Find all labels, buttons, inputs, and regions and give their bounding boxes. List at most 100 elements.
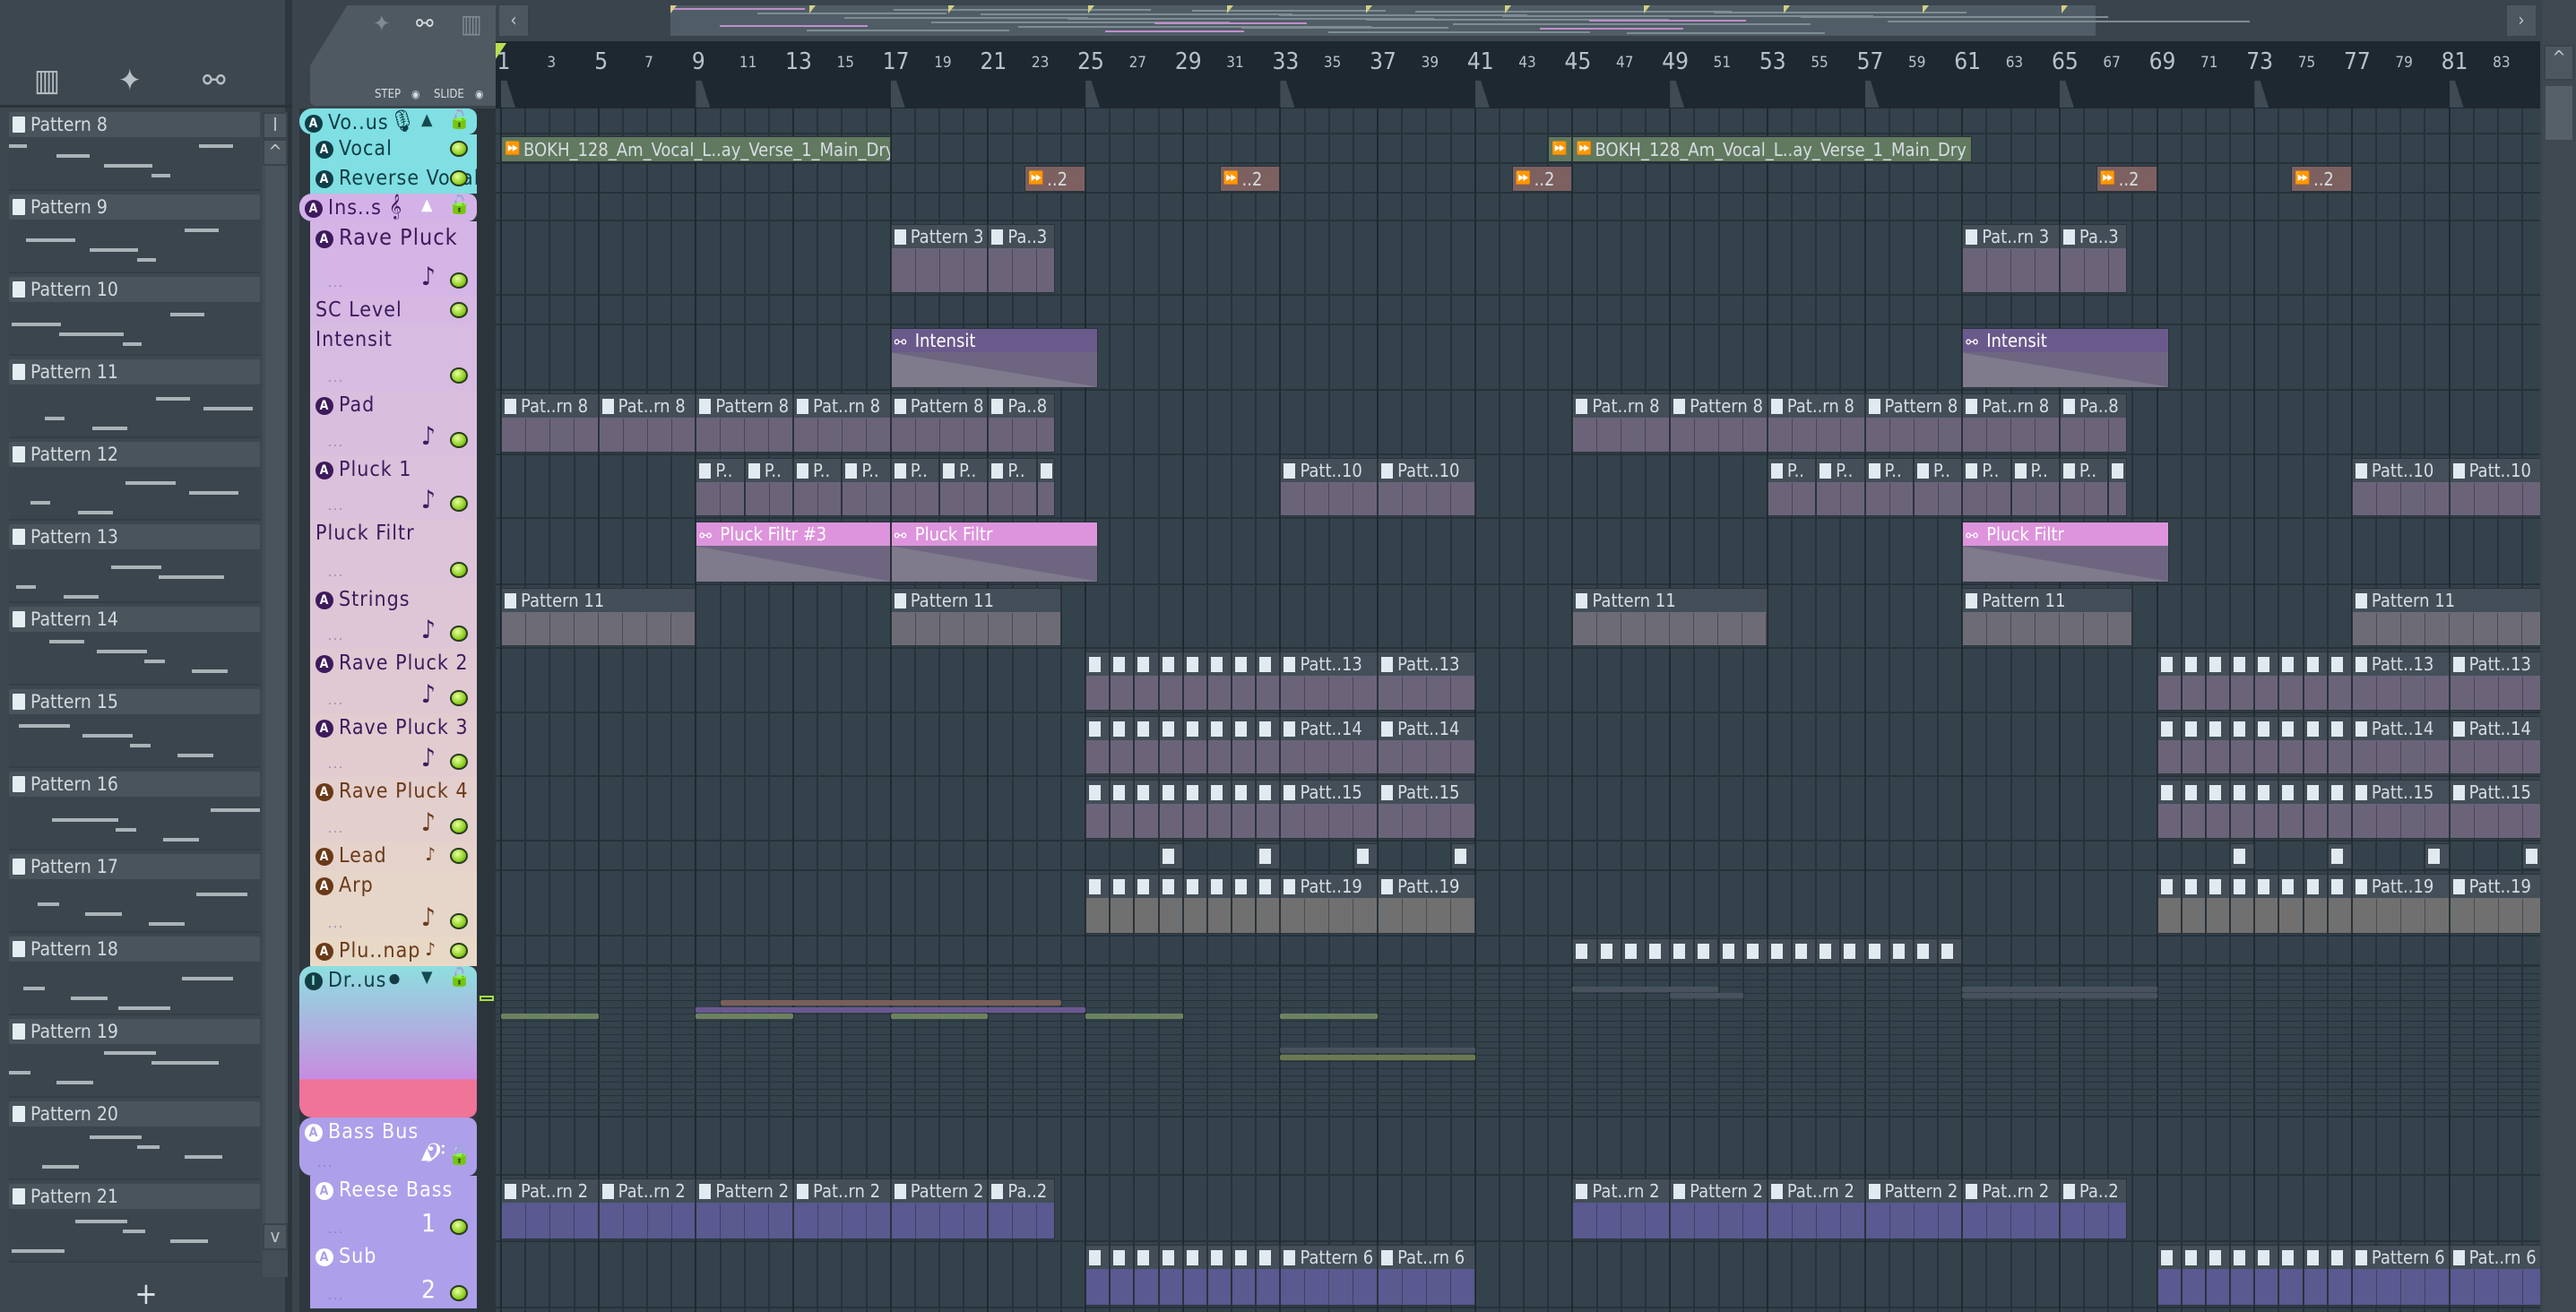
clip-header[interactable]: Pattern 3: [891, 225, 988, 248]
pattern-clip[interactable]: [1256, 780, 1281, 839]
pattern-clip[interactable]: Pattern 11: [1962, 588, 2133, 646]
pattern-clip[interactable]: [1232, 780, 1257, 839]
pattern-clip[interactable]: Patt..19: [2351, 874, 2450, 934]
pattern-clip[interactable]: [2254, 652, 2279, 711]
pattern-clip[interactable]: [1110, 652, 1135, 711]
bar-number[interactable]: 13: [785, 48, 812, 75]
clip-header[interactable]: [2206, 1246, 2230, 1269]
mute-led-icon[interactable]: [450, 302, 468, 318]
clip-header[interactable]: Pat..rn 3: [1963, 225, 2059, 248]
clip-header[interactable]: [2425, 844, 2449, 868]
track-lane[interactable]: [496, 1118, 2540, 1176]
pattern-item[interactable]: Pattern 9: [9, 194, 260, 277]
pattern-clip[interactable]: [2181, 1245, 2206, 1306]
clip-header[interactable]: Patt..15: [2352, 781, 2449, 804]
clip-header[interactable]: P..: [1817, 459, 1864, 482]
pattern-clip[interactable]: [2230, 780, 2255, 839]
mute-led-icon[interactable]: [450, 818, 468, 834]
pattern-clip[interactable]: Patt..14: [1280, 716, 1379, 774]
drum-clip[interactable]: [720, 1000, 1061, 1006]
clip-header[interactable]: [2231, 1246, 2254, 1269]
track-header-plu-nap[interactable]: A Plu..nap ♪: [310, 937, 477, 966]
drum-clip[interactable]: [696, 1006, 1086, 1013]
clip-header[interactable]: [1183, 875, 1206, 898]
clip-header[interactable]: Patt..14: [2450, 717, 2540, 740]
automation-clip[interactable]: ⚯ Pluck Filtr: [1962, 522, 2170, 583]
pattern-clip[interactable]: Pattern 3: [890, 224, 989, 293]
clip-header[interactable]: [2206, 875, 2230, 898]
clip-header[interactable]: [2328, 717, 2351, 740]
clip-header[interactable]: [1183, 652, 1206, 676]
automation-clip[interactable]: ⚯ Intensit: [890, 328, 1098, 388]
clip-header[interactable]: [1793, 939, 1816, 963]
pattern-clip[interactable]: [2278, 716, 2304, 774]
clip-header[interactable]: Pat..rn 2: [599, 1179, 696, 1203]
drum-clip[interactable]: [1962, 993, 2157, 999]
mute-led-icon[interactable]: [450, 367, 468, 384]
pattern-clip[interactable]: [1718, 938, 1743, 964]
pattern-header[interactable]: Pattern 11: [9, 359, 260, 384]
mute-led-icon[interactable]: [450, 626, 468, 642]
clip-header[interactable]: [1573, 939, 1596, 963]
clip-header[interactable]: [1621, 939, 1645, 963]
clip-header[interactable]: [2157, 1246, 2181, 1269]
pattern-clip[interactable]: [1232, 652, 1257, 711]
clip-header[interactable]: ⚯ Intensit: [1963, 329, 2169, 352]
mute-led-icon[interactable]: [450, 141, 468, 157]
clip-header[interactable]: [1159, 1246, 1182, 1269]
clip-header[interactable]: [2157, 781, 2181, 804]
pattern-clip[interactable]: Patt..14: [2351, 716, 2450, 774]
piano-roll-icon[interactable]: ▥: [461, 9, 482, 39]
bar-number[interactable]: 11: [739, 54, 756, 72]
pattern-item[interactable]: Pattern 11: [9, 359, 260, 442]
pattern-clip[interactable]: Patt..19: [1280, 874, 1379, 934]
pattern-clip[interactable]: [1206, 874, 1232, 934]
collapse-toggle[interactable]: ▼: [421, 968, 432, 987]
clip-header[interactable]: [2157, 875, 2181, 898]
clip-header[interactable]: ⏩ ..2: [1025, 167, 1085, 191]
track-header-sub[interactable]: A Sub... 2: [310, 1242, 477, 1308]
pattern-clip[interactable]: [2327, 780, 2352, 839]
pattern-clip[interactable]: [1206, 780, 1232, 839]
mute-led-icon[interactable]: [450, 943, 468, 959]
pattern-clip[interactable]: [1256, 874, 1281, 934]
scroll-up-button[interactable]: ^: [263, 139, 288, 166]
pattern-clip[interactable]: [2230, 1245, 2255, 1306]
clip-header[interactable]: P..: [1768, 459, 1816, 482]
arm-badge-icon[interactable]: A: [316, 170, 333, 188]
pattern-item[interactable]: Pattern 12: [9, 442, 260, 524]
clip-header[interactable]: [1086, 1246, 1110, 1269]
bar-number[interactable]: 83: [2493, 54, 2510, 72]
clip-header[interactable]: [1183, 1246, 1206, 1269]
arm-badge-icon[interactable]: A: [316, 397, 333, 415]
clip-header[interactable]: Pat..rn 8: [599, 394, 696, 418]
more-options[interactable]: ...: [328, 276, 344, 290]
pattern-clip[interactable]: [1816, 938, 1841, 964]
bar-number[interactable]: 31: [1226, 54, 1243, 72]
playlist-grid[interactable]: ⏩ BOKH_128_Am_Vocal_L..ay_Verse_1_Main_Dr…: [496, 108, 2540, 1312]
pattern-item[interactable]: Pattern 21: [9, 1184, 260, 1266]
scroll-up-button[interactable]: ^: [2544, 45, 2574, 81]
bar-number[interactable]: 9: [692, 48, 705, 75]
pattern-clip[interactable]: [1670, 938, 1695, 964]
clip-header[interactable]: ⚯ Pluck Filtr: [1963, 522, 2169, 546]
clip-header[interactable]: [2255, 652, 2278, 676]
pattern-header[interactable]: Pattern 9: [9, 194, 260, 220]
pattern-clip[interactable]: [1256, 652, 1281, 711]
vertical-scrollbar[interactable]: ^: [2542, 0, 2576, 1312]
pattern-clip[interactable]: P..: [1962, 458, 2011, 516]
pattern-clip[interactable]: Pat..rn 6: [1378, 1245, 1475, 1306]
clip-header[interactable]: [2279, 1246, 2303, 1269]
clip-header[interactable]: [2182, 875, 2205, 898]
clip-header[interactable]: Pattern 2: [696, 1179, 793, 1203]
bar-number[interactable]: 61: [1954, 48, 1981, 75]
pattern-clip[interactable]: [1134, 780, 1159, 839]
clip-header[interactable]: P..: [989, 459, 1036, 482]
pattern-clip[interactable]: P..: [793, 458, 843, 516]
pattern-clip[interactable]: [1158, 652, 1183, 711]
clip-header[interactable]: [2231, 717, 2254, 740]
drum-clip[interactable]: [1670, 993, 1743, 999]
clip-header[interactable]: [2328, 781, 2351, 804]
audio-clip[interactable]: ⏩ BOKH_128_Am_Vocal_L..ay_Verse_1_Main_Dr…: [501, 136, 891, 162]
clip-header[interactable]: P..: [1914, 459, 1962, 482]
